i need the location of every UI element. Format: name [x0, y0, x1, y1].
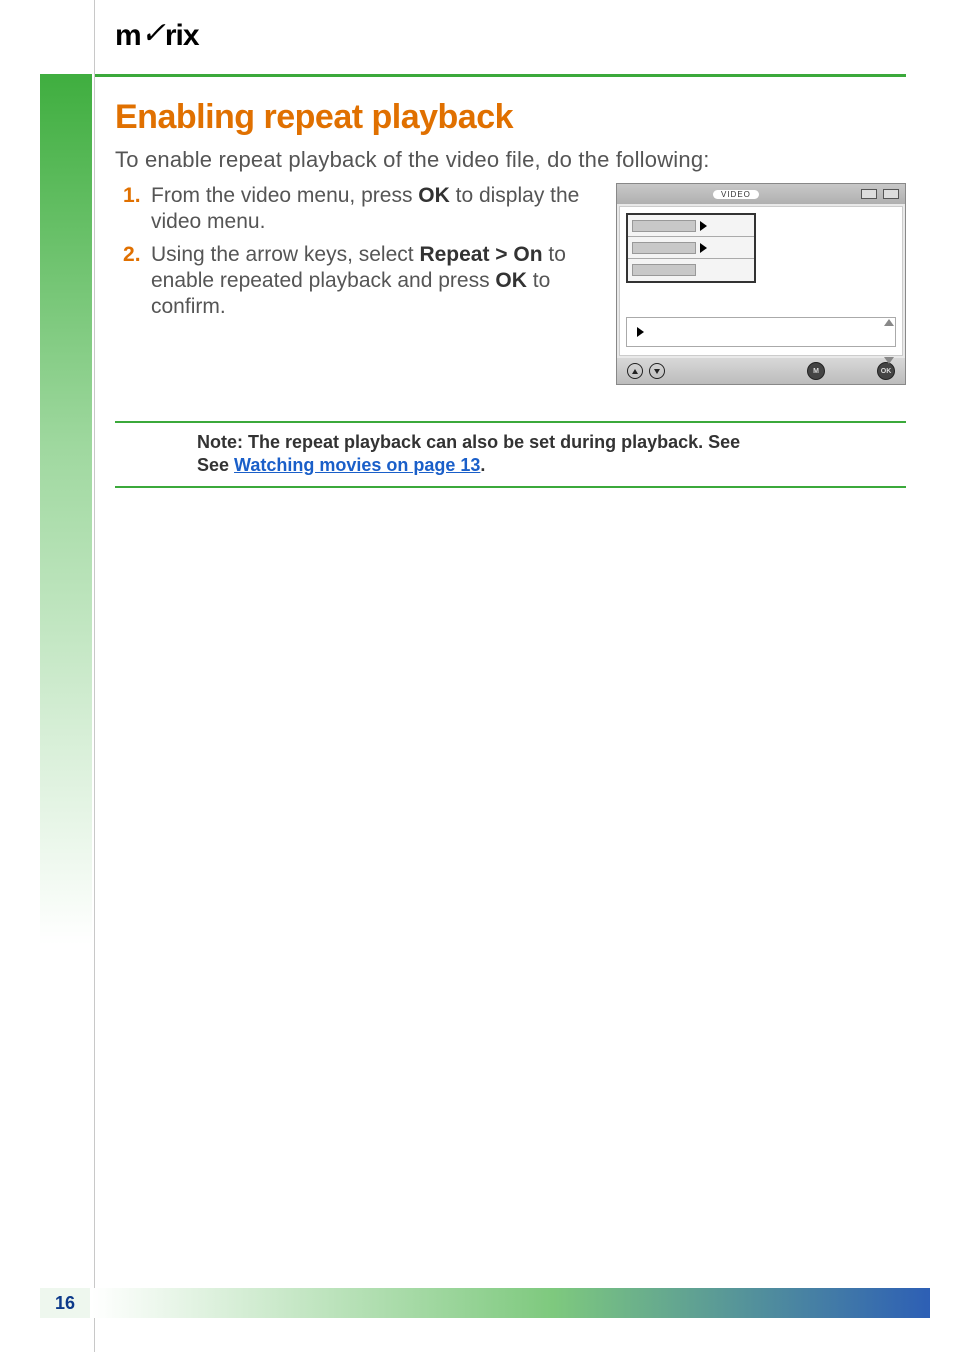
nav-down-icon	[649, 363, 665, 379]
step-2-pre: Using the arrow keys, select	[151, 243, 419, 266]
screenshot-button-bar: M OK	[617, 358, 905, 384]
page-title: Enabling repeat playback	[115, 98, 906, 137]
screenshot-sub-row	[626, 317, 896, 347]
screenshot-menu-row	[628, 215, 754, 237]
footer-gradient-bar	[92, 1288, 930, 1318]
intro-text: To enable repeat playback of the video f…	[115, 147, 906, 173]
page-number: 16	[40, 1288, 92, 1318]
play-icon	[700, 221, 707, 231]
page-content-frame: m✓rix Enabling repeat playback To enable…	[94, 0, 930, 1352]
note-after: .	[480, 455, 485, 475]
step-1-pre: From the video menu, press	[151, 184, 418, 207]
screenshot-titlebar: VIDEO	[617, 184, 905, 204]
screenshot-menu-row	[628, 237, 754, 259]
step-1-bold: OK	[418, 184, 450, 207]
step-2: Using the arrow keys, select Repeat > On…	[145, 242, 602, 321]
main-content: Enabling repeat playback To enable repea…	[115, 98, 906, 488]
screenshot-body	[619, 206, 903, 356]
step-1: From the video menu, press OK to display…	[145, 183, 602, 236]
side-gradient	[40, 74, 92, 1318]
up-triangle-icon	[884, 319, 894, 326]
play-icon	[637, 327, 644, 337]
header-rule	[95, 74, 906, 77]
logo-text: m✓rix	[115, 17, 199, 52]
play-icon	[700, 243, 707, 253]
screenshot-title-pill: VIDEO	[713, 190, 759, 199]
step-2-bold2: OK	[495, 269, 527, 292]
menu-row-label	[632, 220, 696, 232]
logo: m✓rix	[115, 18, 199, 53]
steps-and-screenshot: From the video menu, press OK to display…	[115, 183, 906, 385]
screenshot-menu-panel	[626, 213, 756, 283]
battery-icon	[883, 189, 899, 199]
steps-list: From the video menu, press OK to display…	[115, 183, 602, 326]
down-triangle-icon	[884, 357, 894, 364]
signal-icon	[861, 189, 877, 199]
nav-up-icon	[627, 363, 643, 379]
note-box: Note: The repeat playback can also be se…	[115, 421, 906, 488]
m-button-icon: M	[807, 362, 825, 380]
page-footer: 16	[40, 1288, 930, 1318]
note-see: See	[197, 455, 234, 475]
screenshot-menu-row	[628, 259, 754, 281]
note-text: The repeat playback can also be set duri…	[243, 432, 740, 452]
device-screenshot: VIDEO	[616, 183, 906, 385]
menu-row-label	[632, 242, 696, 254]
note-link[interactable]: Watching movies on page 13	[234, 455, 480, 475]
menu-row-label	[632, 264, 696, 276]
step-2-bold1: Repeat > On	[419, 243, 542, 266]
note-label: Note:	[197, 432, 243, 452]
ok-button-icon: OK	[877, 362, 895, 380]
